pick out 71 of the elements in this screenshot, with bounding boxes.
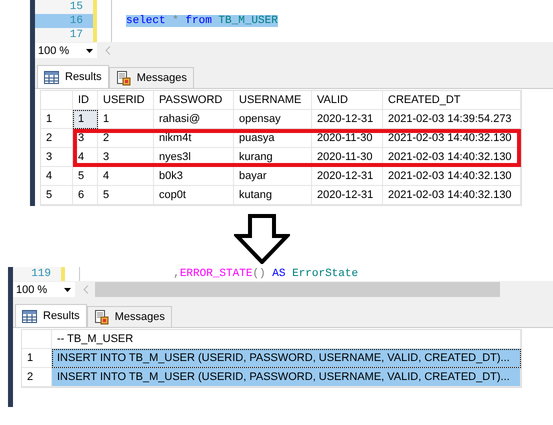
table-cell: b0k3	[154, 167, 234, 186]
column-header[interactable]: CREATED_DT	[383, 91, 521, 110]
table-cell: 2021-02-03 14:40:32.130	[383, 186, 521, 205]
table-cell: 2021-02-03 14:40:32.130	[383, 129, 521, 148]
result-tab[interactable]: Results	[37, 65, 109, 88]
zoom-dropdown[interactable]: 100 %	[35, 43, 97, 58]
table-cell: 2021-02-03 14:39:54.273	[383, 110, 521, 129]
table-row[interactable]: 5 4 b0k3 bayar 2020-12-31 2021-02-03 14:40:32.130	[73, 167, 521, 186]
result-tab[interactable]: Messages	[86, 306, 172, 327]
row-number[interactable]: 5	[41, 186, 73, 205]
scrollbar-thumb[interactable]	[95, 282, 500, 297]
table-cell: 2020-12-31	[312, 110, 383, 129]
column-header[interactable]: PASSWORD	[154, 91, 234, 110]
table-cell: 2020-11-30	[312, 129, 383, 148]
column-header[interactable]: USERID	[98, 91, 154, 110]
select-all-corner[interactable]	[22, 330, 52, 349]
scroll-left-icon[interactable]	[83, 285, 89, 294]
zoom-dropdown[interactable]: 100 %	[13, 282, 75, 297]
table-cell: 3	[98, 148, 154, 167]
table-cell: INSERT INTO TB_M_USER (USERID, PASSWORD, USERNAME, VALID, CREATED_DT)...	[52, 368, 521, 387]
table-cell: kutang	[234, 186, 312, 205]
table-cell: 1	[98, 110, 154, 129]
table-cell: rahasi@	[154, 110, 234, 129]
grid-icon	[22, 310, 37, 322]
table-cell: cop0t	[154, 186, 234, 205]
result-tab[interactable]: Results	[15, 304, 87, 327]
table-cell: 2020-11-30	[312, 148, 383, 167]
code-line: ,ERROR_STATE() AS ErrorState	[172, 268, 358, 280]
table-cell: 2021-02-03 14:40:32.130	[383, 148, 521, 167]
row-number[interactable]: 4	[41, 167, 73, 186]
line-number: 15	[35, 0, 93, 14]
table-cell: 1	[73, 110, 98, 129]
table-cell: 5	[73, 167, 98, 186]
table-cell: nikm4t	[154, 129, 234, 148]
line-number: 17	[35, 28, 93, 42]
table-cell: bayar	[234, 167, 312, 186]
code-editor[interactable]: 15 16 select * from TB_M_USER 17	[35, 0, 553, 42]
table-row[interactable]: 1 1 rahasi@ opensay 2020-12-31 2021-02-03 14:39:54.273	[73, 110, 521, 129]
column-header[interactable]: USERNAME	[234, 91, 312, 110]
result-tab[interactable]: Messages	[108, 67, 194, 88]
code-editor[interactable]: 119 ,ERROR_STATE() AS ErrorState	[13, 267, 553, 281]
table-cell: 2	[98, 129, 154, 148]
down-arrow-icon	[234, 214, 290, 264]
row-number[interactable]: 3	[41, 148, 73, 167]
table-row[interactable]: 3 2 nikm4t puasya 2020-11-30 2021-02-03 14:40:32.130	[73, 129, 521, 148]
select-all-corner[interactable]	[41, 91, 73, 110]
table-cell: 4	[73, 148, 98, 167]
table-cell: 6	[73, 186, 98, 205]
table-cell: 3	[73, 129, 98, 148]
table-cell: 2020-12-31	[312, 167, 383, 186]
table-cell: 2020-12-31	[312, 186, 383, 205]
table-row[interactable]: 6 5 cop0t kutang 2020-12-31 2021-02-03 14:40:32.130	[73, 186, 521, 205]
caret-icon	[86, 48, 93, 52]
table-row[interactable]: 4 3 nyes3l kurang 2020-11-30 2021-02-03 14:40:32.130	[73, 148, 521, 167]
document-icon	[94, 310, 109, 324]
grid-icon	[44, 70, 59, 84]
table-cell: INSERT INTO TB_M_USER (USERID, PASSWORD, USERNAME, VALID, CREATED_DT)...	[52, 349, 521, 368]
row-number[interactable]: 2	[41, 129, 73, 148]
line-number: 16	[35, 14, 93, 28]
caret-icon	[64, 288, 71, 292]
table-cell: 5	[98, 186, 154, 205]
table-cell: nyes3l	[154, 148, 234, 167]
table-cell: 4	[98, 167, 154, 186]
table-cell: 2021-02-03 14:40:32.130	[383, 167, 521, 186]
column-header[interactable]: VALID	[312, 91, 383, 110]
table-cell: kurang	[234, 148, 312, 167]
table-cell: opensay	[234, 110, 312, 129]
scroll-left-icon[interactable]	[105, 46, 111, 55]
document-icon	[116, 70, 131, 86]
line-number: 119	[13, 267, 61, 281]
table-cell: puasya	[234, 129, 312, 148]
